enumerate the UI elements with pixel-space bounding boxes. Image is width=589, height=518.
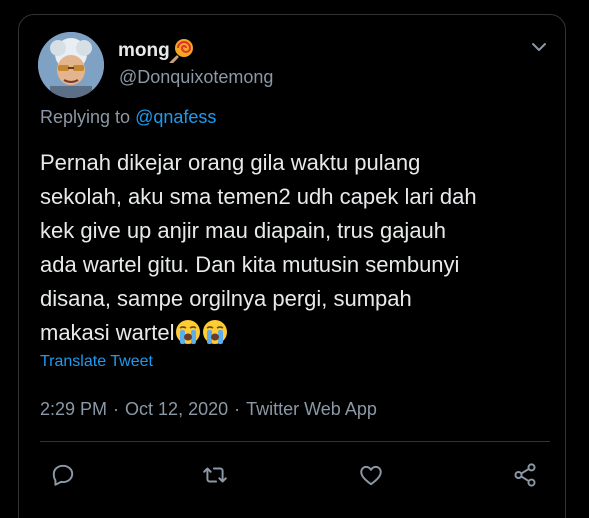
- meta-separator: ·: [234, 399, 241, 419]
- share-icon: [514, 463, 536, 487]
- tweet-text-line: makasi wartel: [40, 320, 175, 345]
- like-button[interactable]: [356, 460, 386, 490]
- tweet-text-last-line: makasi wartel: [40, 316, 550, 350]
- translate-tweet-link[interactable]: Translate Tweet: [40, 352, 153, 372]
- tweet-text-line: ada wartel gitu. Dan kita mutusin sembun…: [40, 252, 460, 277]
- chevron-down-icon[interactable]: [530, 38, 548, 56]
- tweet-meta: 2:29 PM · Oct 12, 2020 · Twitter Web App: [40, 398, 377, 420]
- user-handle[interactable]: @Donquixotemong: [119, 66, 273, 88]
- display-name[interactable]: mong: [118, 40, 170, 62]
- divider: [40, 441, 550, 442]
- tweet-text-line: kek give up anjir mau diapain, trus gaja…: [40, 218, 447, 243]
- tweet-date[interactable]: Oct 12, 2020: [125, 399, 228, 419]
- reply-mention-link[interactable]: @qnafess: [135, 107, 216, 127]
- avatar[interactable]: [38, 32, 104, 98]
- meta-separator: ·: [113, 399, 120, 419]
- reply-button[interactable]: [48, 460, 78, 490]
- tweet-source[interactable]: Twitter Web App: [246, 399, 377, 419]
- share-button[interactable]: [510, 460, 540, 490]
- replying-prefix: Replying to: [40, 107, 136, 127]
- lollipop-icon: [169, 39, 193, 63]
- loudly-crying-face-icon: [203, 320, 228, 344]
- replying-to: Replying to @qnafess: [40, 106, 216, 128]
- screenshot: mong @Donquixotemong Replying to @qnafes…: [0, 0, 589, 518]
- tweet-text: Pernah dikejar orang gila waktu pulang s…: [40, 146, 550, 350]
- loudly-crying-face-icon: [176, 320, 201, 344]
- tweet-text-line: sekolah, aku sma temen2 udh capek lari d…: [40, 184, 477, 209]
- avatar-image: [38, 32, 104, 98]
- tweet-text-line: Pernah dikejar orang gila waktu pulang: [40, 150, 421, 175]
- reply-icon: [52, 464, 74, 486]
- tweet-time[interactable]: 2:29 PM: [40, 399, 107, 419]
- like-icon: [360, 465, 382, 486]
- retweet-icon: [203, 467, 227, 483]
- tweet-text-line: disana, sampe orgilnya pergi, sumpah: [40, 286, 412, 311]
- retweet-button[interactable]: [200, 460, 230, 490]
